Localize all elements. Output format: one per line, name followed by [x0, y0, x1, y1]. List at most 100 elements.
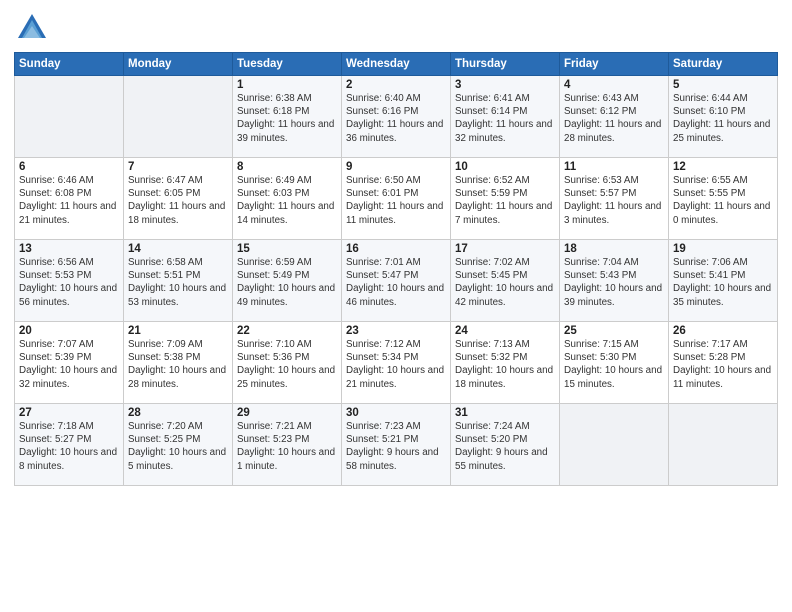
calendar-cell: 5Sunrise: 6:44 AM Sunset: 6:10 PM Daylig…: [669, 76, 778, 158]
calendar-cell: 8Sunrise: 6:49 AM Sunset: 6:03 PM Daylig…: [233, 158, 342, 240]
calendar-week-row: 20Sunrise: 7:07 AM Sunset: 5:39 PM Dayli…: [15, 322, 778, 404]
day-info: Sunrise: 7:06 AM Sunset: 5:41 PM Dayligh…: [673, 256, 773, 309]
calendar-week-row: 1Sunrise: 6:38 AM Sunset: 6:18 PM Daylig…: [15, 76, 778, 158]
day-info: Sunrise: 6:49 AM Sunset: 6:03 PM Dayligh…: [237, 174, 337, 227]
day-number: 18: [564, 243, 664, 255]
day-number: 24: [455, 325, 555, 337]
calendar-cell: 6Sunrise: 6:46 AM Sunset: 6:08 PM Daylig…: [15, 158, 124, 240]
day-number: 1: [237, 79, 337, 91]
calendar-cell: 4Sunrise: 6:43 AM Sunset: 6:12 PM Daylig…: [560, 76, 669, 158]
calendar-week-row: 6Sunrise: 6:46 AM Sunset: 6:08 PM Daylig…: [15, 158, 778, 240]
day-info: Sunrise: 7:12 AM Sunset: 5:34 PM Dayligh…: [346, 338, 446, 391]
day-number: 7: [128, 161, 228, 173]
day-info: Sunrise: 6:38 AM Sunset: 6:18 PM Dayligh…: [237, 92, 337, 145]
header-monday: Monday: [124, 53, 233, 76]
calendar-cell: 2Sunrise: 6:40 AM Sunset: 6:16 PM Daylig…: [342, 76, 451, 158]
calendar-cell: 14Sunrise: 6:58 AM Sunset: 5:51 PM Dayli…: [124, 240, 233, 322]
calendar-cell: 28Sunrise: 7:20 AM Sunset: 5:25 PM Dayli…: [124, 404, 233, 486]
day-info: Sunrise: 6:40 AM Sunset: 6:16 PM Dayligh…: [346, 92, 446, 145]
day-number: 22: [237, 325, 337, 337]
day-info: Sunrise: 7:23 AM Sunset: 5:21 PM Dayligh…: [346, 420, 446, 473]
calendar-cell: 31Sunrise: 7:24 AM Sunset: 5:20 PM Dayli…: [451, 404, 560, 486]
day-number: 12: [673, 161, 773, 173]
logo: [14, 10, 54, 46]
day-info: Sunrise: 6:44 AM Sunset: 6:10 PM Dayligh…: [673, 92, 773, 145]
header-thursday: Thursday: [451, 53, 560, 76]
day-info: Sunrise: 6:56 AM Sunset: 5:53 PM Dayligh…: [19, 256, 119, 309]
calendar-cell: 19Sunrise: 7:06 AM Sunset: 5:41 PM Dayli…: [669, 240, 778, 322]
calendar-header: Sunday Monday Tuesday Wednesday Thursday…: [15, 53, 778, 76]
day-info: Sunrise: 7:18 AM Sunset: 5:27 PM Dayligh…: [19, 420, 119, 473]
day-number: 4: [564, 79, 664, 91]
day-info: Sunrise: 6:47 AM Sunset: 6:05 PM Dayligh…: [128, 174, 228, 227]
calendar-cell: 24Sunrise: 7:13 AM Sunset: 5:32 PM Dayli…: [451, 322, 560, 404]
calendar-week-row: 13Sunrise: 6:56 AM Sunset: 5:53 PM Dayli…: [15, 240, 778, 322]
day-info: Sunrise: 7:02 AM Sunset: 5:45 PM Dayligh…: [455, 256, 555, 309]
calendar-cell: 1Sunrise: 6:38 AM Sunset: 6:18 PM Daylig…: [233, 76, 342, 158]
day-number: 14: [128, 243, 228, 255]
calendar-cell: 10Sunrise: 6:52 AM Sunset: 5:59 PM Dayli…: [451, 158, 560, 240]
day-number: 29: [237, 407, 337, 419]
calendar-cell: 17Sunrise: 7:02 AM Sunset: 5:45 PM Dayli…: [451, 240, 560, 322]
day-info: Sunrise: 6:52 AM Sunset: 5:59 PM Dayligh…: [455, 174, 555, 227]
day-info: Sunrise: 7:09 AM Sunset: 5:38 PM Dayligh…: [128, 338, 228, 391]
day-number: 17: [455, 243, 555, 255]
day-number: 19: [673, 243, 773, 255]
header: [14, 10, 778, 46]
day-info: Sunrise: 6:59 AM Sunset: 5:49 PM Dayligh…: [237, 256, 337, 309]
calendar-cell: 30Sunrise: 7:23 AM Sunset: 5:21 PM Dayli…: [342, 404, 451, 486]
header-sunday: Sunday: [15, 53, 124, 76]
day-info: Sunrise: 6:55 AM Sunset: 5:55 PM Dayligh…: [673, 174, 773, 227]
calendar-cell: 27Sunrise: 7:18 AM Sunset: 5:27 PM Dayli…: [15, 404, 124, 486]
calendar-cell: 18Sunrise: 7:04 AM Sunset: 5:43 PM Dayli…: [560, 240, 669, 322]
calendar-cell: 11Sunrise: 6:53 AM Sunset: 5:57 PM Dayli…: [560, 158, 669, 240]
calendar-cell: [669, 404, 778, 486]
calendar-cell: [15, 76, 124, 158]
calendar-cell: 9Sunrise: 6:50 AM Sunset: 6:01 PM Daylig…: [342, 158, 451, 240]
calendar-body: 1Sunrise: 6:38 AM Sunset: 6:18 PM Daylig…: [15, 76, 778, 486]
calendar-cell: 15Sunrise: 6:59 AM Sunset: 5:49 PM Dayli…: [233, 240, 342, 322]
day-number: 26: [673, 325, 773, 337]
day-number: 8: [237, 161, 337, 173]
day-number: 21: [128, 325, 228, 337]
day-info: Sunrise: 7:17 AM Sunset: 5:28 PM Dayligh…: [673, 338, 773, 391]
day-info: Sunrise: 6:58 AM Sunset: 5:51 PM Dayligh…: [128, 256, 228, 309]
day-number: 5: [673, 79, 773, 91]
calendar-cell: 3Sunrise: 6:41 AM Sunset: 6:14 PM Daylig…: [451, 76, 560, 158]
day-number: 15: [237, 243, 337, 255]
day-number: 2: [346, 79, 446, 91]
day-info: Sunrise: 7:10 AM Sunset: 5:36 PM Dayligh…: [237, 338, 337, 391]
calendar-cell: 25Sunrise: 7:15 AM Sunset: 5:30 PM Dayli…: [560, 322, 669, 404]
calendar-cell: 26Sunrise: 7:17 AM Sunset: 5:28 PM Dayli…: [669, 322, 778, 404]
calendar-cell: 13Sunrise: 6:56 AM Sunset: 5:53 PM Dayli…: [15, 240, 124, 322]
logo-icon: [14, 10, 50, 46]
day-info: Sunrise: 7:04 AM Sunset: 5:43 PM Dayligh…: [564, 256, 664, 309]
day-number: 31: [455, 407, 555, 419]
header-friday: Friday: [560, 53, 669, 76]
calendar-cell: [124, 76, 233, 158]
day-info: Sunrise: 7:20 AM Sunset: 5:25 PM Dayligh…: [128, 420, 228, 473]
day-number: 11: [564, 161, 664, 173]
day-info: Sunrise: 7:24 AM Sunset: 5:20 PM Dayligh…: [455, 420, 555, 473]
calendar-cell: 23Sunrise: 7:12 AM Sunset: 5:34 PM Dayli…: [342, 322, 451, 404]
day-number: 25: [564, 325, 664, 337]
calendar-cell: 12Sunrise: 6:55 AM Sunset: 5:55 PM Dayli…: [669, 158, 778, 240]
weekday-header-row: Sunday Monday Tuesday Wednesday Thursday…: [15, 53, 778, 76]
calendar-table: Sunday Monday Tuesday Wednesday Thursday…: [14, 52, 778, 486]
day-info: Sunrise: 7:15 AM Sunset: 5:30 PM Dayligh…: [564, 338, 664, 391]
day-info: Sunrise: 7:13 AM Sunset: 5:32 PM Dayligh…: [455, 338, 555, 391]
header-wednesday: Wednesday: [342, 53, 451, 76]
calendar-cell: 16Sunrise: 7:01 AM Sunset: 5:47 PM Dayli…: [342, 240, 451, 322]
calendar-cell: 7Sunrise: 6:47 AM Sunset: 6:05 PM Daylig…: [124, 158, 233, 240]
day-number: 10: [455, 161, 555, 173]
day-number: 23: [346, 325, 446, 337]
day-number: 3: [455, 79, 555, 91]
day-number: 30: [346, 407, 446, 419]
header-saturday: Saturday: [669, 53, 778, 76]
day-info: Sunrise: 7:21 AM Sunset: 5:23 PM Dayligh…: [237, 420, 337, 473]
day-info: Sunrise: 6:46 AM Sunset: 6:08 PM Dayligh…: [19, 174, 119, 227]
calendar-cell: 20Sunrise: 7:07 AM Sunset: 5:39 PM Dayli…: [15, 322, 124, 404]
day-info: Sunrise: 6:50 AM Sunset: 6:01 PM Dayligh…: [346, 174, 446, 227]
day-info: Sunrise: 6:41 AM Sunset: 6:14 PM Dayligh…: [455, 92, 555, 145]
day-number: 9: [346, 161, 446, 173]
